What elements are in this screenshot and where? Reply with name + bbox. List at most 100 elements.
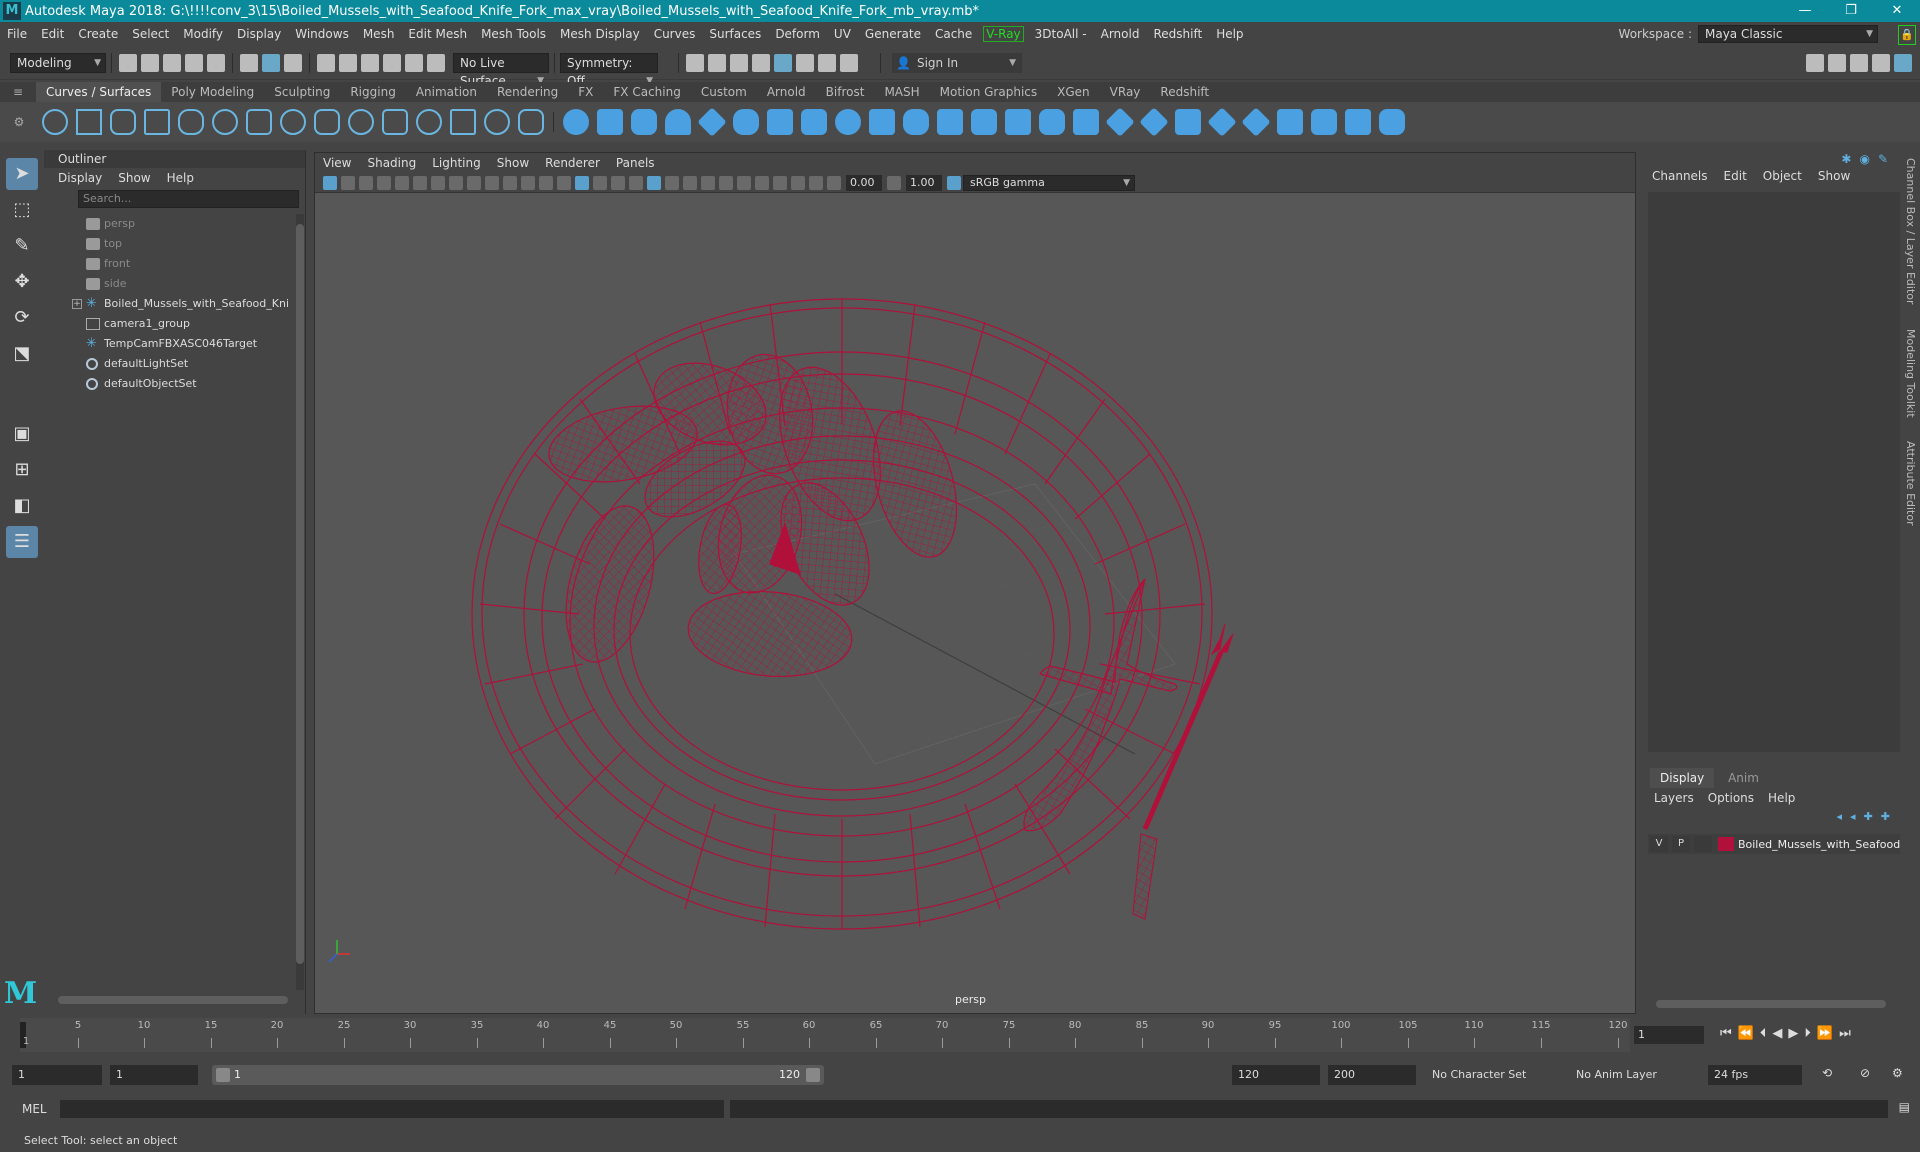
- symmetry-dropdown[interactable]: Symmetry: Off: [560, 52, 658, 90]
- menu-vray[interactable]: V-Ray: [983, 26, 1024, 42]
- ep-curve-icon[interactable]: [144, 109, 170, 135]
- cv-curve-icon[interactable]: [110, 109, 136, 135]
- grid-icon[interactable]: [449, 175, 463, 190]
- menu-arnold[interactable]: Arnold: [1094, 22, 1147, 46]
- tab-channel-box-layer-editor[interactable]: Channel Box / Layer Editor: [1904, 158, 1917, 305]
- extrude-icon[interactable]: [869, 109, 895, 135]
- new-layer-icon[interactable]: ✚: [1864, 810, 1873, 823]
- menu-edit[interactable]: Edit: [34, 22, 71, 46]
- move-layer-down-icon[interactable]: ◂: [1850, 810, 1856, 823]
- go-to-start-icon[interactable]: ⏮: [1720, 1026, 1732, 1041]
- go-to-end-icon[interactable]: ⏭: [1839, 1026, 1851, 1041]
- outliner-item-tempcam-target[interactable]: ✳ TempCamFBXASC046Target: [44, 334, 288, 354]
- make-live-icon[interactable]: [427, 53, 445, 72]
- snap-projected-center-icon[interactable]: [383, 53, 401, 72]
- menu-file[interactable]: File: [0, 22, 34, 46]
- render-frame-icon[interactable]: [708, 53, 726, 72]
- gamma-field[interactable]: 1.00: [906, 174, 942, 191]
- gate-mask-icon[interactable]: [503, 175, 517, 190]
- lasso-tool-icon[interactable]: ⬚: [6, 194, 38, 226]
- menu-help[interactable]: Help: [1209, 22, 1250, 46]
- sign-in-button[interactable]: 👤 Sign In ▼: [892, 52, 1022, 73]
- toggle-layer-editor-icon[interactable]: [1894, 53, 1912, 72]
- channel-refresh-icon[interactable]: ◉: [1859, 152, 1869, 166]
- shelf-tab-poly-modeling[interactable]: Poly Modeling: [161, 82, 264, 102]
- move-tool-icon[interactable]: ✥: [6, 266, 38, 298]
- tab-modeling-toolkit[interactable]: Modeling Toolkit: [1904, 329, 1917, 418]
- redo-icon[interactable]: [207, 53, 225, 72]
- menu-select[interactable]: Select: [125, 22, 176, 46]
- outliner-menu-help[interactable]: Help: [167, 168, 194, 188]
- character-set-dropdown[interactable]: No Character Set: [1426, 1065, 1560, 1085]
- menu-create[interactable]: Create: [71, 22, 125, 46]
- motion-blur-icon[interactable]: [701, 175, 715, 190]
- single-perspective-layout-icon[interactable]: ▣: [6, 418, 38, 450]
- range-start-handle[interactable]: [216, 1068, 230, 1082]
- arc-curve-icon[interactable]: [212, 109, 238, 135]
- animation-preferences-icon[interactable]: ⚙: [1892, 1066, 1903, 1080]
- time-slider-track[interactable]: 1 5 10 15 20 25 30 35 40 45 50 55 60 65 …: [20, 1018, 1630, 1052]
- layer-scrollbar[interactable]: [1656, 1000, 1886, 1008]
- new-scene-icon[interactable]: [119, 53, 137, 72]
- textured-icon[interactable]: [629, 175, 643, 190]
- playback-end-field[interactable]: 120: [1232, 1065, 1320, 1085]
- use-all-lights-icon[interactable]: [647, 175, 661, 190]
- shelf-tab-custom[interactable]: Custom: [691, 82, 757, 102]
- menu-generate[interactable]: Generate: [858, 22, 928, 46]
- playback-start-field[interactable]: 1: [110, 1065, 198, 1085]
- outliner-item-side[interactable]: side: [44, 274, 288, 294]
- step-forward-key-icon[interactable]: ⏩: [1817, 1026, 1833, 1041]
- lock-icon[interactable]: 🔒: [1898, 25, 1916, 45]
- auto-key-icon[interactable]: ⊘: [1860, 1066, 1870, 1080]
- viewport-menu-lighting[interactable]: Lighting: [424, 153, 489, 173]
- layer-playback-toggle[interactable]: P: [1671, 836, 1690, 852]
- exposure-icon[interactable]: [827, 175, 841, 190]
- field-chart-icon[interactable]: [521, 175, 535, 190]
- channel-menu-edit[interactable]: Edit: [1724, 169, 1747, 183]
- menu-surfaces[interactable]: Surfaces: [702, 22, 768, 46]
- loft-icon[interactable]: [801, 109, 827, 135]
- move-layer-up-icon[interactable]: ◂: [1837, 810, 1843, 823]
- smooth-shade-icon[interactable]: [593, 175, 607, 190]
- nurbs-cube-icon[interactable]: [597, 109, 623, 135]
- shelf-tab-animation[interactable]: Animation: [406, 82, 487, 102]
- script-editor-icon[interactable]: ▤: [1899, 1100, 1910, 1114]
- outliner-item-camera1-group[interactable]: camera1_group: [44, 314, 288, 334]
- bezier-curve-icon[interactable]: [246, 109, 272, 135]
- nurbs-sphere-icon[interactable]: [563, 109, 589, 135]
- shelf-tab-sculpting[interactable]: Sculpting: [264, 82, 340, 102]
- outliner-item-default-light-set[interactable]: defaultLightSet: [44, 354, 288, 374]
- select-component-icon[interactable]: [284, 53, 302, 72]
- viewport-menu-show[interactable]: Show: [489, 153, 537, 173]
- layer-type-toggle[interactable]: [1693, 836, 1712, 852]
- layers-menu-options[interactable]: Options: [1708, 788, 1754, 808]
- menu-display[interactable]: Display: [230, 22, 288, 46]
- scene-start-field[interactable]: 1: [12, 1065, 102, 1085]
- select-camera-icon[interactable]: [323, 175, 337, 190]
- color-space-dropdown[interactable]: sRGB gamma: [963, 174, 1135, 191]
- shelf-tab-bifrost[interactable]: Bifrost: [816, 82, 875, 102]
- sculpt-geometry-icon[interactable]: [1345, 109, 1371, 135]
- square-surface-icon[interactable]: [971, 109, 997, 135]
- new-layer-selected-icon[interactable]: ✚: [1881, 810, 1890, 823]
- menu-modify[interactable]: Modify: [176, 22, 230, 46]
- outliner-item-top[interactable]: top: [44, 234, 288, 254]
- layer-visibility-toggle[interactable]: V: [1650, 836, 1668, 852]
- shelf-tab-rigging[interactable]: Rigging: [340, 82, 405, 102]
- nurbs-cone-icon[interactable]: [665, 109, 691, 135]
- attach-curves-icon[interactable]: [280, 109, 306, 135]
- shelf-tab-rendering[interactable]: Rendering: [487, 82, 568, 102]
- menu-uv[interactable]: UV: [827, 22, 858, 46]
- gamma-icon[interactable]: [887, 175, 901, 190]
- menu-mesh-display[interactable]: Mesh Display: [553, 22, 647, 46]
- color-management-icon[interactable]: [947, 175, 961, 190]
- step-forward-frame-icon[interactable]: ⏵: [1804, 1026, 1811, 1041]
- channel-menu-object[interactable]: Object: [1763, 169, 1802, 183]
- channel-menu-channels[interactable]: Channels: [1652, 169, 1708, 183]
- project-curve-icon[interactable]: [1039, 109, 1065, 135]
- viewport-menu-shading[interactable]: Shading: [359, 153, 424, 173]
- loop-icon[interactable]: ⟲: [1822, 1066, 1832, 1080]
- anim-layer-dropdown[interactable]: No Anim Layer: [1570, 1065, 1688, 1085]
- snap-view-plane-icon[interactable]: [405, 53, 423, 72]
- close-button[interactable]: ✕: [1874, 0, 1920, 22]
